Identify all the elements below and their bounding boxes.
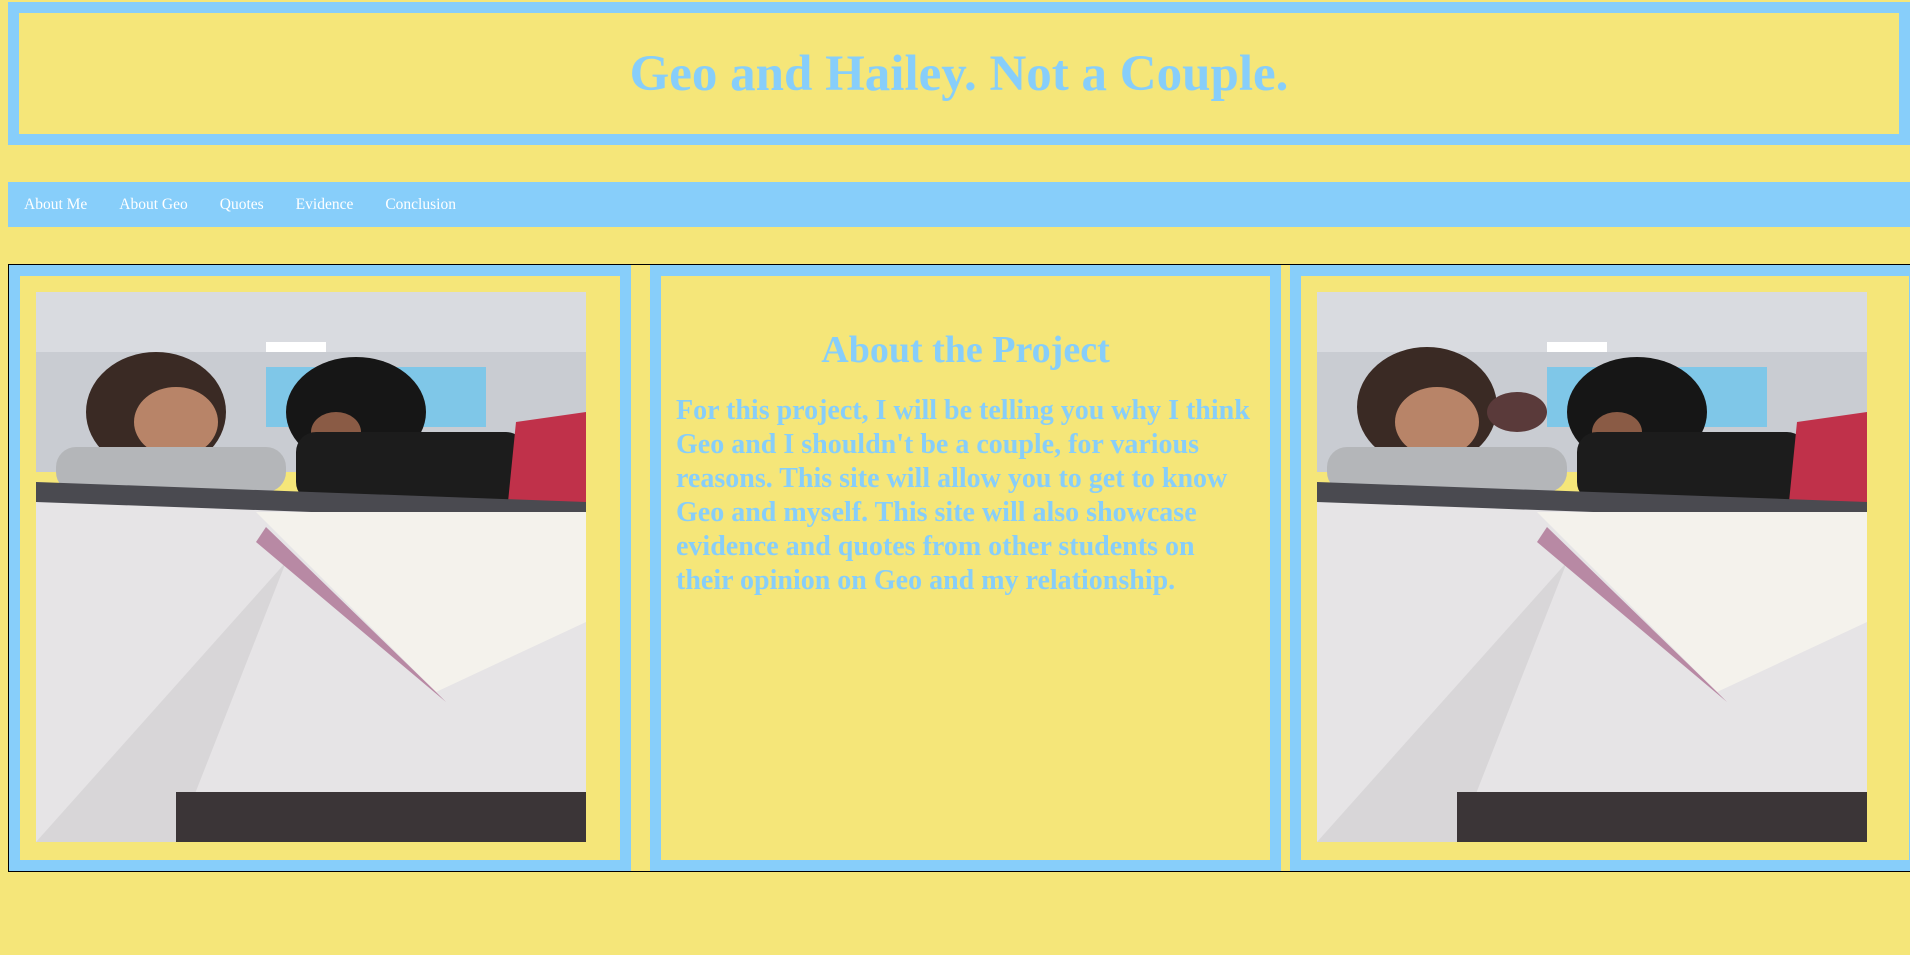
nav-link-quotes[interactable]: Quotes [220, 196, 264, 214]
about-project-panel: About the Project For this project, I wi… [650, 265, 1281, 871]
right-photo-panel [1290, 265, 1910, 871]
main-content: About the Project For this project, I wi… [8, 264, 1910, 872]
page: Geo and Hailey. Not a Couple. About Me A… [0, 0, 1910, 955]
site-title: Geo and Hailey. Not a Couple. [629, 45, 1289, 102]
classroom-photo-left [36, 292, 586, 842]
about-body: For this project, I will be telling you … [676, 395, 1250, 596]
nav-link-evidence[interactable]: Evidence [296, 196, 354, 214]
classroom-photo-right [1317, 292, 1867, 842]
site-header: Geo and Hailey. Not a Couple. [8, 2, 1910, 145]
about-heading: About the Project [821, 329, 1110, 371]
nav-link-about-geo[interactable]: About Geo [119, 196, 187, 214]
nav-link-about-me[interactable]: About Me [24, 196, 87, 214]
nav-link-conclusion[interactable]: Conclusion [385, 196, 456, 214]
left-photo-panel [9, 265, 631, 871]
nav-bar: About Me About Geo Quotes Evidence Concl… [8, 182, 1910, 227]
